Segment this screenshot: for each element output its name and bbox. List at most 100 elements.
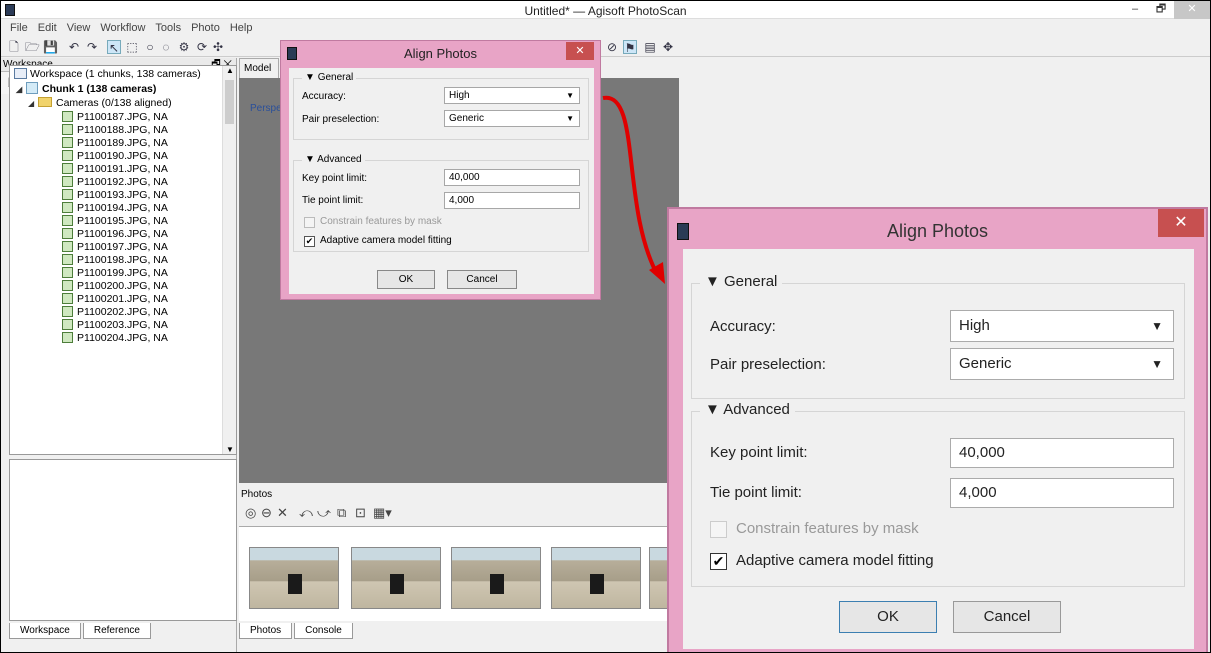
camera-item[interactable]: P1100190.JPG, NA	[62, 150, 168, 163]
tab-reference[interactable]: Reference	[82, 623, 151, 639]
new-document-icon[interactable]: 🗋	[7, 40, 21, 54]
menu-file[interactable]: File	[5, 20, 33, 36]
rotate-left-icon[interactable]: ⤺	[299, 506, 313, 520]
camera-item[interactable]: P1100203.JPG, NA	[62, 319, 168, 332]
tab-workspace[interactable]: Workspace	[9, 623, 81, 639]
photo-thumbnail[interactable]	[551, 547, 641, 609]
remove-camera-icon[interactable]: ✕	[277, 506, 288, 520]
accuracy-select[interactable]: High ▼	[950, 310, 1174, 342]
filter-icon[interactable]: ⧉	[337, 506, 346, 520]
camera-item[interactable]: P1100189.JPG, NA	[62, 137, 168, 150]
camera-item[interactable]: P1100197.JPG, NA	[62, 241, 168, 254]
camera-item[interactable]: P1100199.JPG, NA	[62, 267, 168, 280]
camera-item[interactable]: P1100192.JPG, NA	[62, 176, 168, 189]
adaptive-fitting-checkbox[interactable]: ✔	[710, 553, 727, 570]
navigation-icon[interactable]: ⚙	[177, 40, 191, 54]
free-select-icon[interactable]: ◌	[159, 40, 173, 54]
tab-photos[interactable]: Photos	[239, 623, 293, 639]
key-point-input[interactable]: 40,000	[950, 438, 1174, 468]
select-pointer-icon[interactable]: ↖	[107, 40, 121, 55]
disable-camera-icon[interactable]: ⊖	[261, 506, 272, 520]
photo-thumbnail[interactable]	[451, 547, 541, 609]
tree-cameras-folder[interactable]: ◢ Cameras (0/138 aligned)	[28, 97, 172, 110]
undo-icon[interactable]: ↶	[67, 40, 81, 54]
open-folder-icon[interactable]: 🗁	[25, 40, 40, 54]
general-legend[interactable]: ▼ General	[700, 273, 783, 290]
camera-item[interactable]: P1100200.JPG, NA	[62, 280, 168, 293]
markers-icon[interactable]: ⊘	[605, 40, 619, 54]
expand-chunk-icon[interactable]: ◢	[16, 83, 26, 96]
camera-item[interactable]: P1100193.JPG, NA	[62, 189, 168, 202]
menu-bar: File Edit View Workflow Tools Photo Help	[1, 20, 1210, 36]
cancel-button[interactable]: Cancel	[447, 270, 517, 289]
adaptive-fitting-checkbox[interactable]: ✔	[304, 236, 315, 247]
constrain-mask-label: Constrain features by mask	[736, 520, 919, 537]
camera-item[interactable]: P1100188.JPG, NA	[62, 124, 168, 137]
camera-item[interactable]: P1100202.JPG, NA	[62, 306, 168, 319]
advanced-legend[interactable]: ▼ Advanced	[700, 401, 795, 418]
expand-cameras-icon[interactable]: ◢	[28, 97, 38, 110]
scroll-up-icon[interactable]: ▲	[223, 66, 236, 75]
menu-tools[interactable]: Tools	[150, 20, 186, 36]
accuracy-select[interactable]: High ▼	[444, 87, 580, 104]
menu-photo[interactable]: Photo	[186, 20, 225, 36]
ok-button[interactable]: OK	[839, 601, 937, 633]
camera-item[interactable]: P1100191.JPG, NA	[62, 163, 168, 176]
camera-item[interactable]: P1100201.JPG, NA	[62, 293, 168, 306]
menu-workflow[interactable]: Workflow	[95, 20, 150, 36]
show-cameras-icon[interactable]: ⚑	[623, 40, 637, 55]
cancel-button[interactable]: Cancel	[953, 601, 1061, 633]
chevron-down-icon: ▼	[1151, 357, 1163, 371]
enable-camera-icon[interactable]: ◎	[245, 506, 256, 520]
tab-console[interactable]: Console	[294, 623, 353, 639]
menu-help[interactable]: Help	[225, 20, 258, 36]
region-icon[interactable]: ✥	[661, 40, 675, 54]
annotation-arrow	[602, 95, 665, 284]
tree-scrollbar[interactable]: ▲ ▼	[222, 66, 236, 454]
tie-point-input[interactable]: 4,000	[950, 478, 1174, 508]
view-mode-icon[interactable]: ▦▾	[373, 506, 392, 520]
constrain-mask-checkbox[interactable]	[710, 521, 727, 538]
constrain-mask-checkbox[interactable]	[304, 217, 315, 228]
workspace-tree[interactable]: Workspace (1 chunks, 138 cameras) ◢ Chunk…	[9, 65, 237, 455]
save-icon[interactable]: 💾	[43, 40, 58, 54]
pair-preselection-select[interactable]: Generic ▼	[444, 110, 580, 127]
key-point-input[interactable]: 40,000	[444, 169, 580, 186]
camera-item[interactable]: P1100187.JPG, NA	[62, 111, 168, 124]
camera-item[interactable]: P1100195.JPG, NA	[62, 215, 168, 228]
camera-item[interactable]: P1100196.JPG, NA	[62, 228, 168, 241]
tree-root[interactable]: Workspace (1 chunks, 138 cameras)	[14, 68, 201, 81]
photo-thumbnail[interactable]	[249, 547, 339, 609]
scroll-thumb[interactable]	[225, 80, 234, 124]
reset-filter-icon[interactable]: ⊡	[355, 506, 366, 520]
rectangle-select-icon[interactable]: ⬚	[125, 40, 139, 54]
menu-edit[interactable]: Edit	[33, 20, 62, 36]
move-icon[interactable]: ✣	[211, 40, 225, 54]
dialog-close-button[interactable]: ✕	[566, 42, 594, 60]
tree-chunk[interactable]: ◢ Chunk 1 (138 cameras)	[16, 82, 156, 95]
camera-item[interactable]: P1100198.JPG, NA	[62, 254, 168, 267]
camera-icon	[62, 163, 73, 174]
advanced-legend[interactable]: ▼ Advanced	[302, 154, 365, 165]
photoscan-window: Untitled* — Agisoft PhotoScan – 🗗 ✕ File…	[0, 0, 1211, 653]
key-point-label: Key point limit:	[302, 173, 368, 184]
redo-icon[interactable]: ↷	[85, 40, 99, 54]
maximize-button[interactable]: 🗗	[1148, 1, 1174, 19]
rotate-icon[interactable]: ⟳	[195, 40, 209, 54]
scroll-down-icon[interactable]: ▼	[223, 445, 236, 454]
menu-view[interactable]: View	[62, 20, 96, 36]
dialog-close-button[interactable]: ✕	[1158, 209, 1204, 237]
pair-preselection-select[interactable]: Generic ▼	[950, 348, 1174, 380]
close-button[interactable]: ✕	[1174, 1, 1210, 19]
general-legend[interactable]: ▼ General	[302, 72, 357, 83]
photo-thumbnail[interactable]	[351, 547, 441, 609]
circle-select-icon[interactable]: ○	[143, 40, 157, 54]
camera-item[interactable]: P1100194.JPG, NA	[62, 202, 168, 215]
minimize-button[interactable]: –	[1122, 1, 1148, 19]
shapes-icon[interactable]: ▤	[643, 40, 657, 54]
rotate-right-icon[interactable]: ⤻	[317, 506, 331, 520]
tie-point-input[interactable]: 4,000	[444, 192, 580, 209]
tab-model[interactable]: Model	[239, 58, 279, 78]
ok-button[interactable]: OK	[377, 270, 435, 289]
camera-item[interactable]: P1100204.JPG, NA	[62, 332, 168, 345]
